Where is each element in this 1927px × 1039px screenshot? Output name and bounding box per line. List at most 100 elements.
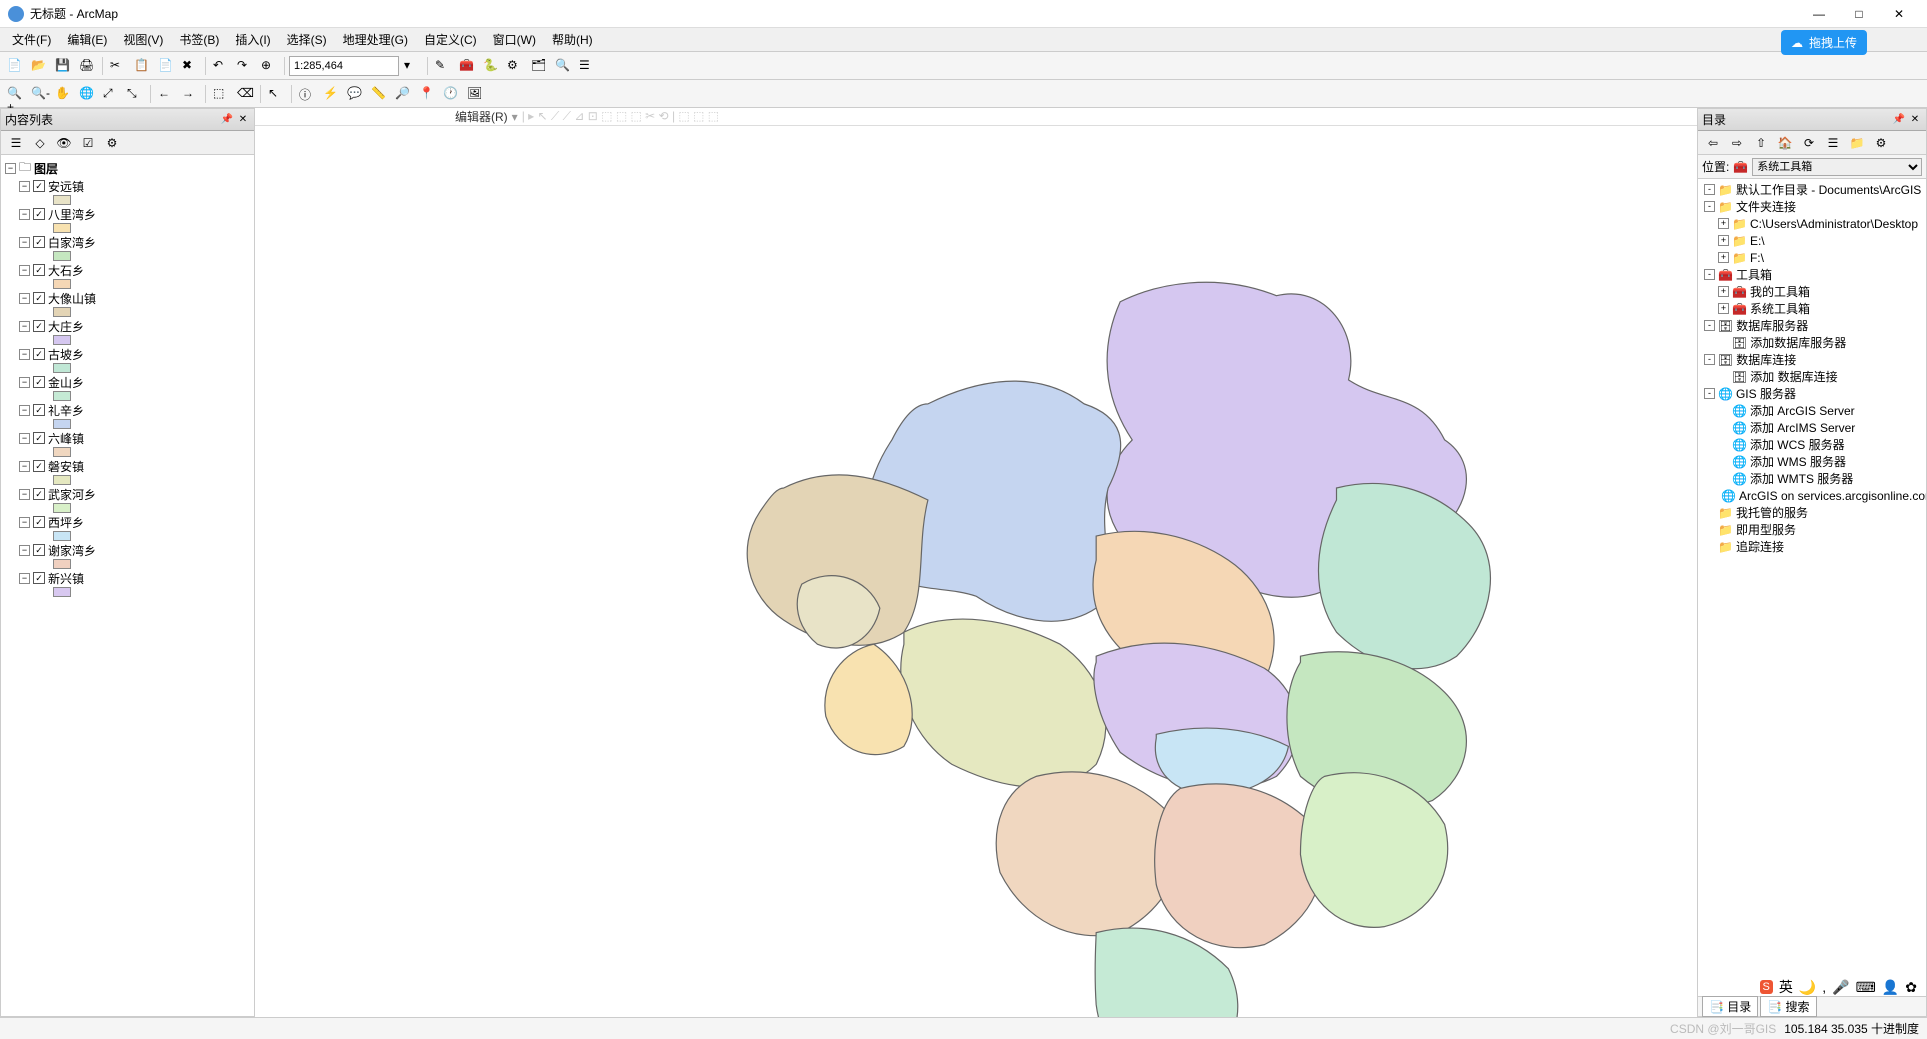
region-polygon[interactable]	[901, 619, 1106, 787]
menu-4[interactable]: 插入(I)	[227, 29, 278, 50]
map-canvas[interactable]: @ 刘一哥GIS	[255, 126, 1697, 1017]
refresh-icon[interactable]: ⟳	[1798, 132, 1820, 154]
collapse-icon[interactable]: −	[19, 517, 30, 528]
python-icon[interactable]: 🐍	[480, 55, 502, 77]
search-icon[interactable]: 🔍	[552, 55, 574, 77]
lang-icon[interactable]: 英	[1779, 977, 1793, 997]
layer-row[interactable]: −新兴镇	[19, 569, 250, 587]
layer-checkbox[interactable]	[33, 404, 45, 416]
menu-7[interactable]: 自定义(C)	[416, 29, 485, 50]
menu-3[interactable]: 书签(B)	[171, 29, 227, 50]
menu-9[interactable]: 帮助(H)	[544, 29, 601, 50]
collapse-icon[interactable]: −	[19, 573, 30, 584]
layer-row[interactable]: −八里湾乡	[19, 205, 250, 223]
menu-2[interactable]: 视图(V)	[115, 29, 171, 50]
layer-row[interactable]: −金山乡	[19, 373, 250, 391]
layer-swatch[interactable]	[53, 279, 71, 289]
layer-swatch[interactable]	[53, 391, 71, 401]
layer-row[interactable]: −六峰镇	[19, 429, 250, 447]
layer-swatch[interactable]	[53, 587, 71, 597]
layer-checkbox[interactable]	[33, 516, 45, 528]
catalog-item[interactable]: -🗄数据库连接	[1700, 351, 1924, 368]
measure-icon[interactable]: 📏	[368, 83, 390, 105]
maximize-button[interactable]: □	[1839, 3, 1879, 25]
select-features-icon[interactable]: ⬚	[210, 83, 232, 105]
layer-swatch[interactable]	[53, 307, 71, 317]
layer-checkbox[interactable]	[33, 320, 45, 332]
catalog-item[interactable]: +📁C:\Users\Administrator\Desktop	[1700, 215, 1924, 232]
expand-icon[interactable]: -	[1704, 388, 1715, 399]
catalog-item[interactable]: 📁追踪连接	[1700, 538, 1924, 555]
expand-icon[interactable]: -	[1704, 269, 1715, 280]
catalog-item[interactable]: 📁我托管的服务	[1700, 504, 1924, 521]
cut-icon[interactable]: ✂	[107, 55, 129, 77]
catalog-item[interactable]: 📁即用型服务	[1700, 521, 1924, 538]
collapse-icon[interactable]: −	[19, 377, 30, 388]
catalog-item[interactable]: +📁F:\	[1700, 249, 1924, 266]
layer-swatch[interactable]	[53, 363, 71, 373]
region-polygon[interactable]	[1155, 784, 1322, 948]
layer-checkbox[interactable]	[33, 264, 45, 276]
time-slider-icon[interactable]: 🕐	[440, 83, 462, 105]
layer-swatch[interactable]	[53, 251, 71, 261]
next-extent-icon[interactable]: →	[179, 83, 201, 105]
findxy-icon[interactable]: 📍	[416, 83, 438, 105]
prev-extent-icon[interactable]: ←	[155, 83, 177, 105]
catalog-item[interactable]: -🗄数据库服务器	[1700, 317, 1924, 334]
catalog-item[interactable]: 🌐添加 WCS 服务器	[1700, 436, 1924, 453]
catalog-tab[interactable]: 📑 目录	[1702, 996, 1758, 1017]
layer-swatch[interactable]	[53, 447, 71, 457]
layer-checkbox[interactable]	[33, 572, 45, 584]
add-data-icon[interactable]: ⊕	[258, 55, 280, 77]
expand-icon[interactable]: -	[1704, 201, 1715, 212]
catalog-item[interactable]: 🌐添加 WMS 服务器	[1700, 453, 1924, 470]
new-icon[interactable]: 📄	[4, 55, 26, 77]
upload-button[interactable]: ☁ 拖拽上传	[1781, 30, 1867, 55]
menu-5[interactable]: 选择(S)	[279, 29, 335, 50]
layer-swatch[interactable]	[53, 223, 71, 233]
list-icon[interactable]: ☰	[1822, 132, 1844, 154]
layer-row[interactable]: −武家河乡	[19, 485, 250, 503]
collapse-icon[interactable]: −	[19, 237, 30, 248]
region-polygon[interactable]	[996, 772, 1177, 936]
redo-icon[interactable]: ↷	[234, 55, 256, 77]
layer-swatch[interactable]	[53, 559, 71, 569]
region-polygon[interactable]	[1318, 483, 1490, 668]
layer-checkbox[interactable]	[33, 180, 45, 192]
punct-icon[interactable]: ,	[1822, 979, 1826, 995]
pin-icon[interactable]: 📌	[220, 113, 234, 127]
open-icon[interactable]: 📂	[28, 55, 50, 77]
catalog-item[interactable]: +🧰系统工具箱	[1700, 300, 1924, 317]
scale-input[interactable]	[289, 56, 399, 76]
clear-selection-icon[interactable]: ⌫	[234, 83, 256, 105]
collapse-icon[interactable]: −	[19, 461, 30, 472]
identify-icon[interactable]: ⓘ	[296, 83, 318, 105]
expand-icon[interactable]: +	[1718, 286, 1729, 297]
layer-checkbox[interactable]	[33, 488, 45, 500]
options-icon[interactable]: ⚙	[1870, 132, 1892, 154]
layer-row[interactable]: −西坪乡	[19, 513, 250, 531]
catalog-item[interactable]: 🗄添加数据库服务器	[1700, 334, 1924, 351]
pan-icon[interactable]: ✋	[52, 83, 74, 105]
layer-row[interactable]: −古坡乡	[19, 345, 250, 363]
catalog-item[interactable]: 🌐ArcGIS on services.arcgisonline.com (用户…	[1700, 487, 1924, 504]
catalog-item[interactable]: -🌐GIS 服务器	[1700, 385, 1924, 402]
collapse-icon[interactable]: −	[19, 489, 30, 500]
zoom-in-icon[interactable]: 🔍+	[4, 83, 26, 105]
layer-checkbox[interactable]	[33, 376, 45, 388]
catalog-item[interactable]: -🧰工具箱	[1700, 266, 1924, 283]
menu-8[interactable]: 窗口(W)	[485, 29, 544, 50]
catalog-icon[interactable]: 🗂	[528, 55, 550, 77]
layer-checkbox[interactable]	[33, 460, 45, 472]
forward-icon[interactable]: ⇨	[1726, 132, 1748, 154]
catalog-item[interactable]: +🧰我的工具箱	[1700, 283, 1924, 300]
layer-row[interactable]: −磐安镇	[19, 457, 250, 475]
menu-1[interactable]: 编辑(E)	[59, 29, 115, 50]
hyperlink-icon[interactable]: ⚡	[320, 83, 342, 105]
expand-icon[interactable]: +	[1718, 235, 1729, 246]
collapse-icon[interactable]: −	[19, 209, 30, 220]
list-by-source-icon[interactable]: ◇	[29, 132, 51, 154]
html-popup-icon[interactable]: 💬	[344, 83, 366, 105]
home-icon[interactable]: 🏠	[1774, 132, 1796, 154]
toc-icon[interactable]: ☰	[576, 55, 598, 77]
